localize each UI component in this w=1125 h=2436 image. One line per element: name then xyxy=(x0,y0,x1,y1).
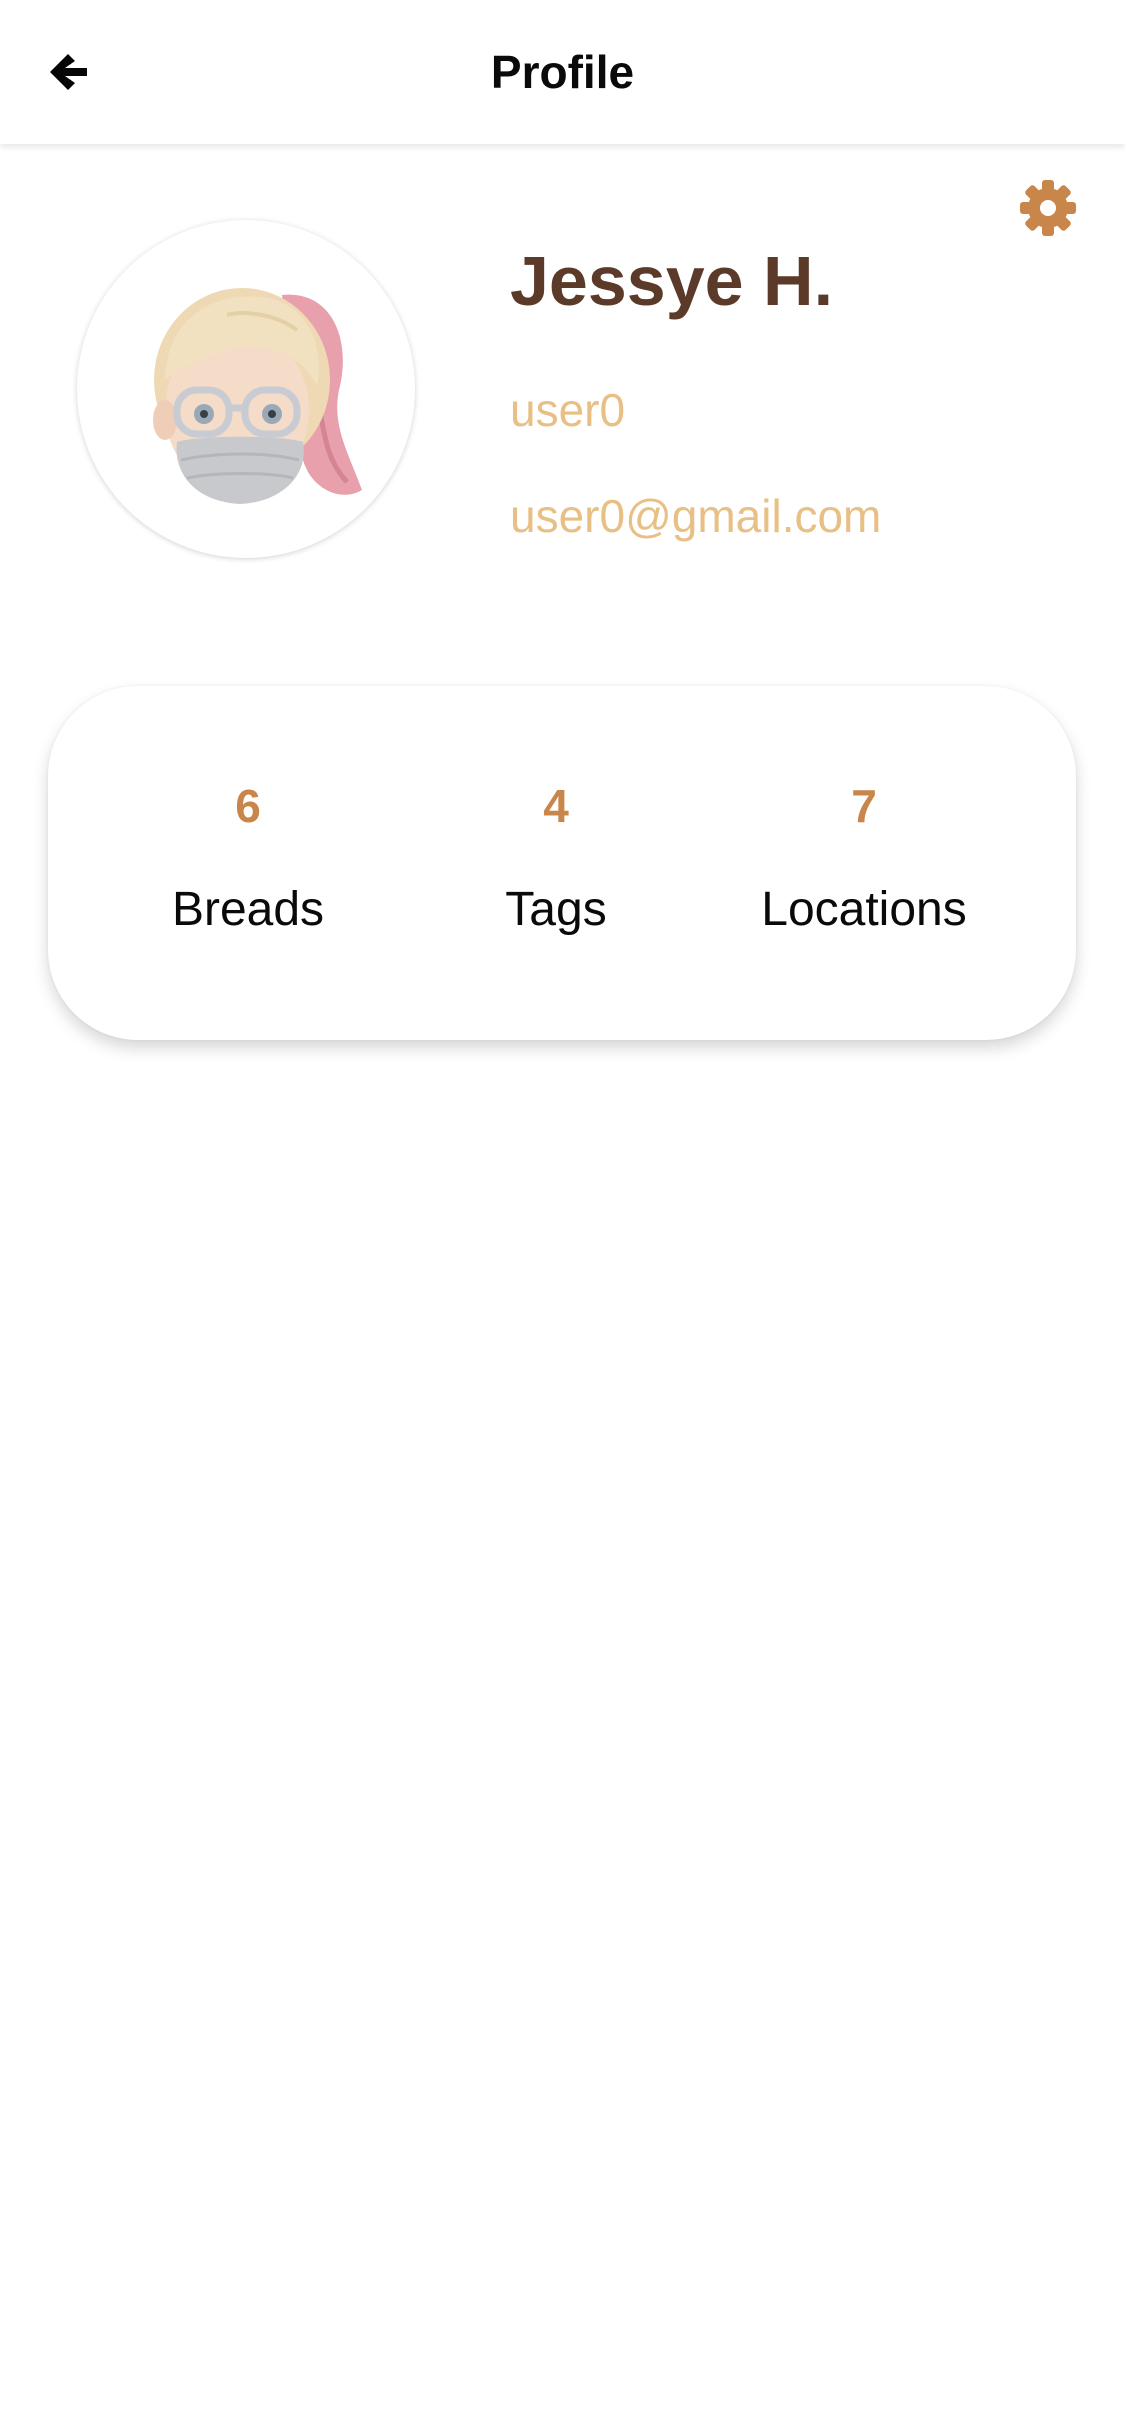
page-title: Profile xyxy=(490,46,635,98)
header-bar: Profile xyxy=(0,0,1125,144)
avatar[interactable] xyxy=(77,220,415,558)
profile-username: user0 xyxy=(510,384,626,436)
stat-breads[interactable]: 6 Breads xyxy=(88,686,408,1040)
gear-icon xyxy=(1020,180,1076,236)
settings-button[interactable] xyxy=(1018,178,1078,238)
profile-email: user0@gmail.com xyxy=(510,490,882,542)
stat-locations-label: Locations xyxy=(761,883,967,936)
profile-name: Jessye H. xyxy=(510,242,834,320)
stat-tags-label: Tags xyxy=(505,883,607,936)
stat-breads-label: Breads xyxy=(171,883,325,936)
profile-screen: Profile Jessye H. user0 user0@gmail.com … xyxy=(0,0,1125,2436)
stat-locations-count: 7 xyxy=(851,780,877,832)
stat-tags[interactable]: 4 Tags xyxy=(396,686,716,1040)
stat-breads-count: 6 xyxy=(235,780,261,832)
stat-tags-count: 4 xyxy=(543,780,569,832)
memoji-avatar-image xyxy=(153,288,362,504)
stat-locations[interactable]: 7 Locations xyxy=(704,686,1024,1040)
stats-card: 6 Breads 4 Tags 7 Locations xyxy=(48,686,1076,1040)
